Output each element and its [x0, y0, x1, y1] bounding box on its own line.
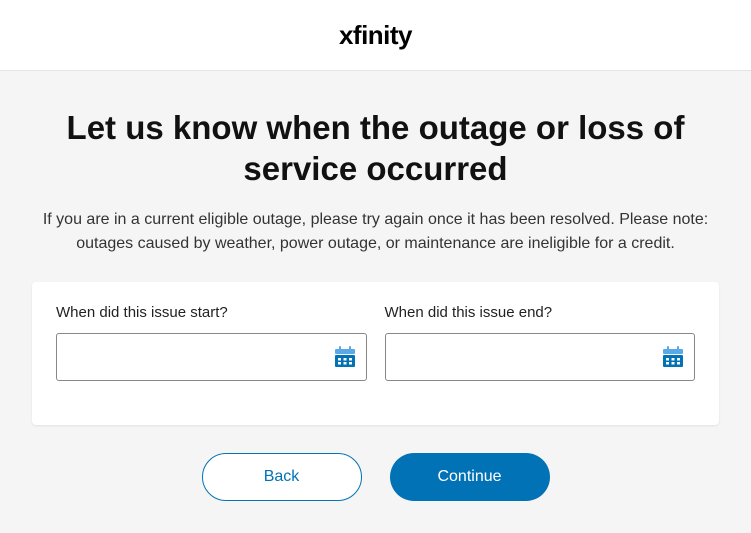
main-content: Let us know when the outage or loss of s… [0, 71, 751, 501]
back-button[interactable]: Back [202, 453, 362, 501]
action-buttons: Back Continue [32, 453, 719, 501]
end-date-input[interactable] [385, 333, 696, 381]
page-title: Let us know when the outage or loss of s… [56, 107, 696, 190]
start-date-input[interactable] [56, 333, 367, 381]
end-date-label: When did this issue end? [385, 304, 696, 321]
start-date-field: When did this issue start? [56, 304, 367, 381]
date-range-card: When did this issue start? [32, 282, 719, 425]
page-description: If you are in a current eligible outage,… [41, 208, 711, 256]
start-date-input-wrap [56, 333, 367, 381]
xfinity-logo: xfinity [339, 20, 412, 51]
continue-button[interactable]: Continue [390, 453, 550, 501]
start-date-label: When did this issue start? [56, 304, 367, 321]
end-date-field: When did this issue end? [385, 304, 696, 381]
end-date-input-wrap [385, 333, 696, 381]
app-header: xfinity [0, 0, 751, 71]
